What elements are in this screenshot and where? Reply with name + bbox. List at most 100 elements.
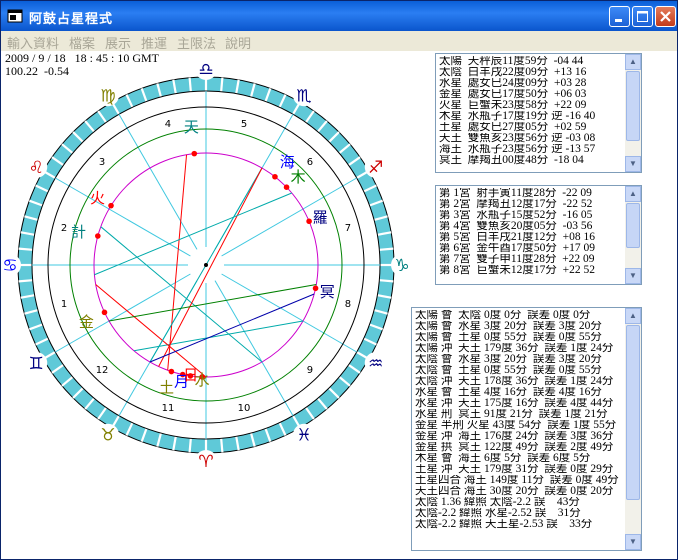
minimize-icon <box>615 19 622 22</box>
close-button[interactable] <box>655 6 676 27</box>
planet-row[interactable]: 冥王 摩羯丑00度48分 -18 04 <box>439 155 623 166</box>
zodiac-sign-icon: ♓ <box>296 426 311 446</box>
planet-list-scrollbar[interactable]: ▲ ▼ <box>625 54 641 172</box>
planet-row[interactable]: 海王 水瓶子23度56分 逆 -13 57 <box>439 144 623 155</box>
aspect-row[interactable]: 太陰 會 水星 3度 20分 誤差 3度 20分 <box>415 354 623 365</box>
menu-primary-directions[interactable]: 主限法 <box>177 33 216 52</box>
planet-label: 計 <box>71 223 86 241</box>
aspect-row[interactable]: 金星 沖 海王 176度 24分 誤差 3度 36分 <box>415 431 623 442</box>
menu-help[interactable]: 說明 <box>225 33 251 52</box>
zodiac-sign-icon: ♒ <box>368 354 383 374</box>
house-cusp-list[interactable]: 第 1宮 射手寅11度28分 -22 09 第 2宮 摩羯丑12度17分 -22 … <box>435 185 642 285</box>
minimize-button[interactable] <box>609 6 630 27</box>
menu-display[interactable]: 展示 <box>105 33 131 52</box>
degree-tick <box>220 77 224 92</box>
scroll-down-icon[interactable]: ▼ <box>625 534 641 550</box>
close-icon <box>660 11 671 22</box>
scroll-thumb[interactable] <box>626 203 640 248</box>
aspect-row[interactable]: 太陽 會 太陰 0度 0分 誤差 0度 0分 <box>415 310 623 321</box>
planet-row[interactable]: 太陰 白羊戌22度09分 +13 16 <box>439 67 623 78</box>
house-row[interactable]: 第 8宮 巨蟹未12度17分 +22 52 <box>439 265 623 276</box>
menu-file[interactable]: 檔案 <box>69 33 95 52</box>
aspect-list[interactable]: 太陽 會 太陰 0度 0分 誤差 0度 0分 太陽 會 水星 3度 20分 誤差 … <box>411 307 642 551</box>
house-number: 3 <box>99 157 105 168</box>
aspect-row[interactable]: 太陰-2.2 緯照 水星-2.52 誤 31分 <box>415 508 623 519</box>
scroll-up-icon[interactable]: ▲ <box>625 186 641 202</box>
planet-label: 天 <box>184 118 199 136</box>
degree-tick <box>379 279 394 283</box>
aspect-row[interactable]: 太陰 1.36 緯照 太陰-2.2 誤 43分 <box>415 497 623 508</box>
menu-input-data[interactable]: 輸入資料 <box>7 33 59 52</box>
degree-tick <box>18 279 33 283</box>
house-row[interactable]: 第 2宮 摩羯丑12度17分 -22 52 <box>439 199 623 210</box>
aspect-row[interactable]: 太陰-2.2 緯照 天王星-2.53 誤 33分 <box>415 519 623 530</box>
aspect-row[interactable]: 土星四合 海王 149度 11分 誤差 0度 49分 <box>415 475 623 486</box>
planet-row[interactable]: 天王 雙魚亥23度56分 逆 -03 08 <box>439 133 623 144</box>
scroll-thumb[interactable] <box>626 71 640 141</box>
scroll-down-icon[interactable]: ▼ <box>625 156 641 172</box>
house-row[interactable]: 第 1宮 射手寅11度28分 -22 09 <box>439 188 623 199</box>
house-number: 8 <box>345 299 351 310</box>
aspect-row[interactable]: 水星 刑 冥王 91度 21分 誤差 1度 21分 <box>415 409 623 420</box>
aspect-row[interactable]: 太陰 沖 天王 178度 36分 誤差 1度 24分 <box>415 376 623 387</box>
aspect-row[interactable]: 水星 沖 天王 175度 16分 誤差 4度 44分 <box>415 398 623 409</box>
zodiac-sign-icon: ♋ <box>2 256 17 276</box>
planet-marker <box>191 150 198 157</box>
aspect-row[interactable]: 金星 拱 冥王 122度 49分 誤差 2度 49分 <box>415 442 623 453</box>
planet-position-list[interactable]: 太陽 天秤辰11度59分 -04 44 太陰 白羊戌22度09分 +13 16 水星… <box>435 53 642 173</box>
planet-marker <box>272 173 278 180</box>
aspect-row[interactable]: 天王四合 海王 30度 20分 誤差 0度 20分 <box>415 486 623 497</box>
scroll-down-icon[interactable]: ▼ <box>625 268 641 284</box>
house-number: 5 <box>241 119 247 130</box>
aspect-row[interactable]: 金星 半刑 火星 43度 54分 誤差 1度 55分 <box>415 420 623 431</box>
house-number: 7 <box>345 223 351 234</box>
maximize-button[interactable] <box>632 6 653 27</box>
client-area: 2009 / 9 / 18 18 : 45 : 10 GMT 100.22 -0… <box>1 51 677 560</box>
planet-marker <box>101 309 108 316</box>
aspect-row[interactable]: 土星 沖 天王 179度 31分 誤差 0度 29分 <box>415 464 623 475</box>
house-number: 9 <box>307 365 313 376</box>
menu-progress[interactable]: 推運 <box>141 33 167 52</box>
house-row[interactable]: 第 6宮 金牛酉17度50分 +17 09 <box>439 243 623 254</box>
scroll-up-icon[interactable]: ▲ <box>625 54 641 70</box>
scroll-thumb[interactable] <box>626 325 640 500</box>
house-number: 4 <box>165 119 171 130</box>
title-bar[interactable]: 阿鼓占星程式 <box>1 1 677 31</box>
planet-marker <box>108 202 114 209</box>
aspect-row[interactable]: 太陽 會 水星 3度 20分 誤差 3度 20分 <box>415 321 623 332</box>
planet-label: 羅 <box>313 209 328 227</box>
planet-row[interactable]: 火星 巨蟹未23度58分 +22 09 <box>439 100 623 111</box>
zodiac-sign-icon: ♉ <box>100 426 115 446</box>
aspect-row[interactable]: 木星 會 海王 6度 5分 誤差 6度 5分 <box>415 453 623 464</box>
aspect-row[interactable]: 太陽 沖 天王 179度 36分 誤差 1度 24分 <box>415 343 623 354</box>
planet-row[interactable]: 金星 處女巳17度50分 +06 03 <box>439 89 623 100</box>
house-row[interactable]: 第 5宮 白羊戌21度12分 +08 16 <box>439 232 623 243</box>
zodiac-sign-icon: ♐ <box>368 158 383 178</box>
chart-center <box>204 263 208 267</box>
degree-tick <box>220 438 224 453</box>
planet-marker <box>306 218 312 225</box>
planet-row[interactable]: 土星 處女巳27度05分 +02 59 <box>439 122 623 133</box>
degree-tick <box>188 438 192 453</box>
aspect-list-scrollbar[interactable]: ▲ ▼ <box>625 308 641 550</box>
house-number: 11 <box>162 403 175 414</box>
horoscope-chart[interactable]: ♑♐♏♎♍♌♋♊♉♈♓♒1234 56789101112 天海木羅冥火計金土 月日水 <box>1 51 421 560</box>
aspect-row[interactable]: 太陰 會 土星 0度 55分 誤差 0度 55分 <box>415 365 623 376</box>
planet-row[interactable]: 太陽 天秤辰11度59分 -04 44 <box>439 56 623 67</box>
aspect-row[interactable]: 太陽 會 土星 0度 55分 誤差 0度 55分 <box>415 332 623 343</box>
planet-row[interactable]: 木星 水瓶子17度19分 逆 -16 40 <box>439 111 623 122</box>
house-number: 2 <box>61 223 67 234</box>
house-row[interactable]: 第 7宮 雙子申11度28分 +22 09 <box>439 254 623 265</box>
house-row[interactable]: 第 4宮 雙魚亥20度05分 -03 56 <box>439 221 623 232</box>
planet-label: 土 <box>159 379 174 397</box>
zodiac-sign-icon: ♍ <box>100 86 115 106</box>
menu-bar: 輸入資料 檔案 展示 推運 主限法 說明 <box>1 31 677 51</box>
house-row[interactable]: 第 3宮 水瓶子15度52分 -16 05 <box>439 210 623 221</box>
scroll-up-icon[interactable]: ▲ <box>625 308 641 324</box>
house-number: 1 <box>61 299 67 310</box>
house-list-scrollbar[interactable]: ▲ ▼ <box>625 186 641 284</box>
aspect-row[interactable]: 水星 會 土星 4度 16分 誤差 4度 16分 <box>415 387 623 398</box>
degree-tick <box>379 247 394 251</box>
planet-row[interactable]: 水星 處女巳24度09分 +03 28 <box>439 78 623 89</box>
house-number: 10 <box>238 403 251 414</box>
